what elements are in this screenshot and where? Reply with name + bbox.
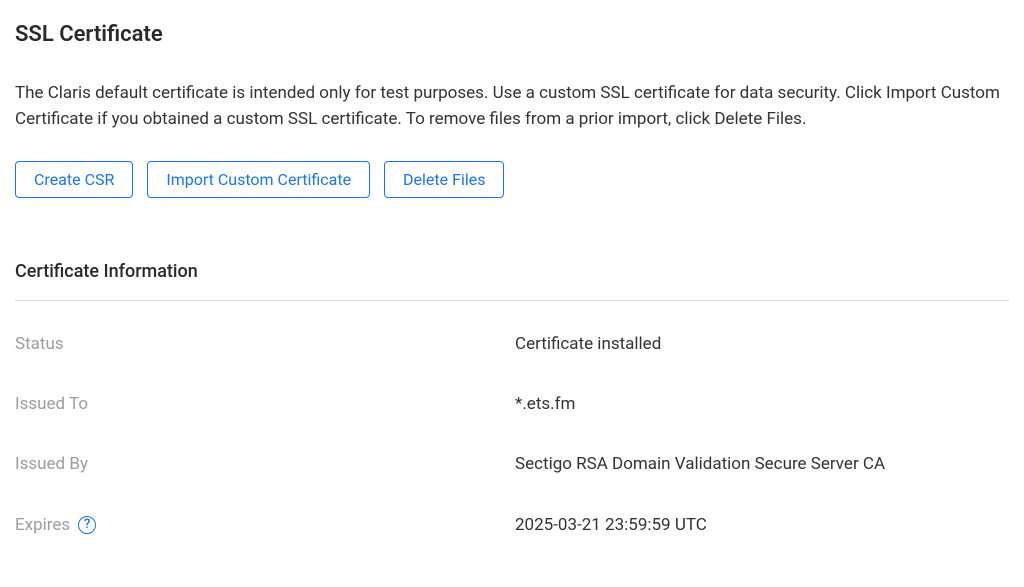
- certificate-info-grid: Status Certificate installed Issued To *…: [15, 331, 1009, 538]
- issued-to-value: *.ets.fm: [515, 391, 1009, 417]
- issued-to-label: Issued To: [15, 391, 515, 417]
- issued-by-label: Issued By: [15, 451, 515, 477]
- status-label: Status: [15, 331, 515, 357]
- section-divider: [15, 300, 1009, 301]
- import-custom-certificate-button[interactable]: Import Custom Certificate: [147, 161, 370, 198]
- certificate-information-heading: Certificate Information: [15, 258, 1009, 286]
- create-csr-button[interactable]: Create CSR: [15, 161, 133, 198]
- expires-value: 2025-03-21 23:59:59 UTC: [515, 512, 1009, 538]
- status-value: Certificate installed: [515, 331, 1009, 357]
- issued-by-value: Sectigo RSA Domain Validation Secure Ser…: [515, 451, 1009, 477]
- ssl-description: The Claris default certificate is intend…: [15, 80, 1009, 133]
- expires-label: Expires: [15, 512, 70, 538]
- help-icon[interactable]: ?: [78, 516, 96, 534]
- page-title: SSL Certificate: [15, 18, 1009, 52]
- expires-label-row: Expires ?: [15, 512, 515, 538]
- delete-files-button[interactable]: Delete Files: [384, 161, 504, 198]
- action-button-row: Create CSR Import Custom Certificate Del…: [15, 161, 1009, 198]
